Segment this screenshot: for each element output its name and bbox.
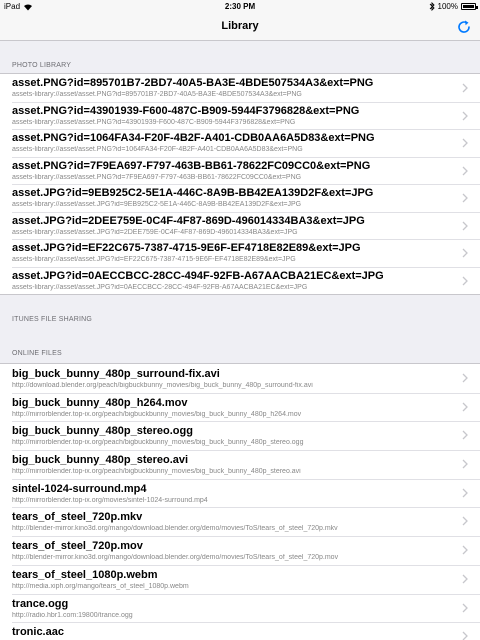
list-item[interactable]: tronic.aachttp://radio.hbr1.com:19800/tr… (0, 622, 480, 640)
item-subtitle: assets-library://asset/asset.PNG?id=1064… (12, 146, 303, 153)
item-title: tears_of_steel_1080p.webm (12, 568, 158, 581)
item-subtitle: assets-library://asset/asset.PNG?id=4390… (12, 118, 296, 126)
status-bar: iPad 2:30 PM 100% (0, 0, 480, 13)
item-subtitle: http://mirrorblender.top-ix.org/movies/s… (12, 496, 208, 504)
battery-icon (461, 3, 478, 10)
chevron-right-icon (462, 373, 468, 383)
list-item[interactable]: asset.JPG?id=2DEE759E-0C4F-4F87-869D-496… (0, 211, 480, 240)
item-title: asset.PNG?id=895701B7-2BD7-40A5-BA3E-4BD… (12, 77, 374, 89)
list-item[interactable]: big_buck_bunny_480p_surround-fix.avihttp… (0, 364, 480, 393)
list-item[interactable]: asset.PNG?id=895701B7-2BD7-40A5-BA3E-4BD… (0, 74, 480, 102)
item-subtitle: assets-library://asset/asset.JPG?id=9EB9… (12, 201, 302, 208)
item-subtitle: http://radio.hbr1.com:19800/trance.ogg (12, 611, 133, 619)
status-right: 100% (429, 2, 478, 11)
item-title: asset.PNG?id=1064FA34-F20F-4B2F-A401-CDB… (12, 132, 375, 144)
item-title: asset.JPG?id=9EB925C2-5E1A-446C-8A9B-BB4… (12, 187, 374, 199)
list-item[interactable]: tears_of_steel_1080p.webm http://media.xi… (0, 564, 480, 594)
chevron-right-icon (462, 276, 468, 285)
chevron-right-icon (462, 516, 468, 526)
item-title: asset.PNG?id=43901939-F600-487C-B909-594… (12, 104, 360, 117)
item-title: asset.JPG?id=2DEE759E-0C4F-4F87-869D-496… (12, 214, 365, 227)
chevron-right-icon (462, 83, 468, 93)
item-subtitle: assets-library://asset/asset.PNG?id=8957… (12, 91, 302, 98)
item-title: asset.PNG?id=7F9EA697-F797-463B-BB61-786… (12, 159, 371, 172)
battery-percent: 100% (437, 2, 458, 11)
status-time: 2:30 PM (224, 2, 256, 11)
chevron-right-icon (462, 574, 468, 584)
list-item[interactable]: big_buck_bunny_480p_h264.mov http://mirro… (0, 392, 480, 422)
list-item[interactable]: tears_of_steel_720p.mov http://blender-mi… (0, 536, 480, 565)
list-item[interactable]: sintel-1024-surround.mp4 http://mirrorble… (0, 478, 480, 508)
item-title: tears_of_steel_720p.mkv (12, 511, 143, 524)
section-header-itunes: ITUNES FILE SHARING (12, 316, 93, 323)
chevron-right-icon (462, 193, 468, 203)
list-item[interactable]: asset.JPG?id=9EB925C2-5E1A-446C-8A9B-BB4… (0, 184, 480, 212)
chevron-right-icon (462, 603, 468, 612)
bluetooth-icon (429, 2, 435, 11)
chevron-right-icon (462, 248, 468, 258)
list-item[interactable]: trance.ogg http://radio.hbr1.com:19800/tr… (0, 593, 480, 623)
list-item[interactable]: big_buck_bunny_480p_stereo.ogg http://mir… (0, 421, 480, 450)
list-item[interactable]: asset.PNG?id=7F9EA697-F797-463B-BB61-786… (0, 156, 480, 185)
item-subtitle: http://media.xiph.org/mango/tears_of_ste… (12, 582, 189, 590)
item-subtitle: assets-library://asset/asset.JPG?id=EF22… (12, 256, 296, 263)
chevron-right-icon (462, 166, 468, 175)
item-title: trance.ogg (12, 597, 69, 610)
list-item[interactable]: asset.PNG?id=43901939-F600-487C-B909-594… (0, 101, 480, 130)
list-item[interactable]: asset.JPG?id=EF22C675-7387-4715-9E6F-EF4… (0, 239, 480, 267)
item-subtitle: http://blender-mirror.kino3d.org/mango/d… (12, 554, 339, 562)
item-title: tronic.aac (12, 626, 64, 639)
item-title: asset.JPG?id=EF22C675-7387-4715-9E6F-EF4… (12, 242, 361, 254)
chevron-right-icon (462, 631, 468, 640)
item-title: sintel-1024-surround.mp4 (12, 482, 147, 495)
chevron-right-icon (462, 488, 468, 498)
list-item[interactable]: big_buck_bunny_480p_stereo.avi http://mir… (0, 450, 480, 479)
list-item[interactable]: asset.JPG?id=0AECCBCC-28CC-494F-92FB-A67… (0, 266, 480, 295)
item-subtitle: assets-library://asset/asset.JPG?id=2DEE… (12, 228, 298, 236)
item-subtitle: http://blender-mirror.kino3d.org/mango/d… (12, 525, 338, 533)
chevron-right-icon (462, 221, 468, 230)
item-subtitle: http://mirrorblender.top-ix.org/peach/bi… (12, 410, 302, 418)
item-subtitle: assets-library://asset/asset.JPG?id=0AEC… (12, 283, 308, 291)
chevron-right-icon (462, 459, 468, 469)
item-title: big_buck_bunny_480p_stereo.ogg (12, 425, 193, 438)
item-title: tears_of_steel_720p.mov (12, 540, 143, 553)
item-title: big_buck_bunny_480p_stereo.avi (12, 454, 189, 467)
photo-library-list: asset.PNG?id=895701B7-2BD7-40A5-BA3E-4BD… (0, 73, 480, 295)
item-title: big_buck_bunny_480p_h264.mov (12, 396, 188, 409)
item-subtitle: http://download.blender.org/peach/bigbuc… (12, 382, 313, 389)
page-title: Library (221, 20, 259, 32)
online-files-list: big_buck_bunny_480p_surround-fix.avihttp… (0, 363, 480, 640)
library-table[interactable]: PHOTO LIBRARY asset.PNG?id=895701B7-2BD7… (0, 42, 480, 640)
chevron-right-icon (462, 545, 468, 555)
chevron-right-icon (462, 138, 468, 148)
item-subtitle: http://mirrorblender.top-ix.org/peach/bi… (12, 468, 301, 476)
chevron-right-icon (462, 402, 468, 412)
item-title: asset.JPG?id=0AECCBCC-28CC-494F-92FB-A67… (12, 269, 384, 282)
item-subtitle: assets-library://asset/asset.PNG?id=7F9E… (12, 173, 302, 181)
item-title: big_buck_bunny_480p_surround-fix.avi (12, 368, 220, 380)
item-subtitle: http://mirrorblender.top-ix.org/peach/bi… (12, 439, 304, 447)
section-header-photo-library: PHOTO LIBRARY (12, 62, 72, 69)
nav-bar: Library (0, 13, 480, 41)
section-header-online-files: ONLINE FILES (12, 350, 62, 357)
chevron-right-icon (462, 430, 468, 440)
chevron-right-icon (462, 111, 468, 120)
list-item[interactable]: asset.PNG?id=1064FA34-F20F-4B2F-A401-CDB… (0, 129, 480, 157)
list-item[interactable]: tears_of_steel_720p.mkv http://blender-mi… (0, 507, 480, 536)
refresh-icon[interactable] (456, 19, 472, 35)
